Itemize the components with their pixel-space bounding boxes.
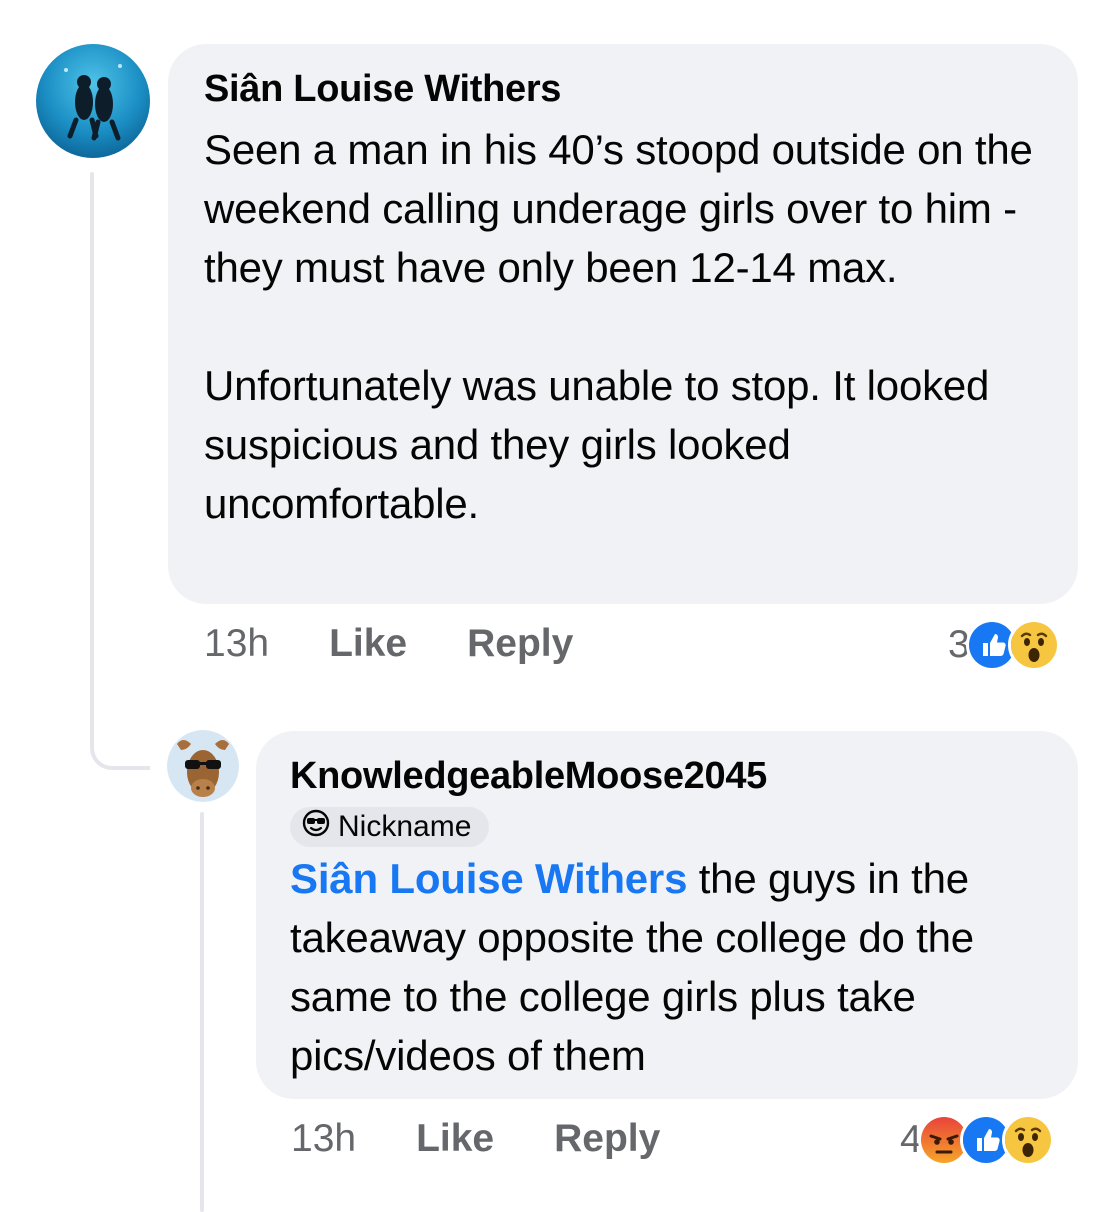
- comment-text: Seen a man in his 40’s stoopd outside on…: [204, 126, 1033, 527]
- sunglasses-face-icon: [302, 809, 330, 845]
- avatar[interactable]: [167, 730, 239, 802]
- comment-text: Siân Louise Withers the guys in the take…: [290, 849, 1044, 1085]
- comment-timestamp[interactable]: 13h: [291, 1117, 356, 1161]
- reply-actions: 13h Like Reply: [291, 1117, 660, 1161]
- thread-line-reply: [200, 812, 204, 1212]
- reaction-summary[interactable]: 3: [948, 619, 1060, 671]
- reply-connector: [90, 722, 150, 770]
- comment-timestamp[interactable]: 13h: [204, 622, 269, 666]
- comment-actions: 13h Like Reply: [204, 622, 573, 666]
- thread-line: [90, 172, 94, 742]
- comment-author[interactable]: Siân Louise Withers: [204, 66, 1042, 112]
- reaction-summary[interactable]: 4: [900, 1114, 1054, 1166]
- wow-icon: [1007, 619, 1060, 671]
- like-button[interactable]: Like: [329, 622, 407, 666]
- like-button[interactable]: Like: [416, 1117, 494, 1161]
- nickname-badge: Nickname: [290, 807, 490, 847]
- comment-author[interactable]: KnowledgeableMoose2045: [290, 753, 1044, 799]
- badge-label: Nickname: [338, 810, 472, 843]
- avatar[interactable]: [36, 44, 150, 158]
- wow-icon: [1001, 1114, 1054, 1166]
- reply-button[interactable]: Reply: [467, 622, 573, 666]
- comment-bubble: Siân Louise Withers Seen a man in his 40…: [168, 44, 1078, 604]
- mention-link[interactable]: Siân Louise Withers: [290, 855, 687, 902]
- reply-button[interactable]: Reply: [554, 1117, 660, 1161]
- reply-bubble: KnowledgeableMoose2045 Nickname Siân Lou…: [256, 731, 1078, 1099]
